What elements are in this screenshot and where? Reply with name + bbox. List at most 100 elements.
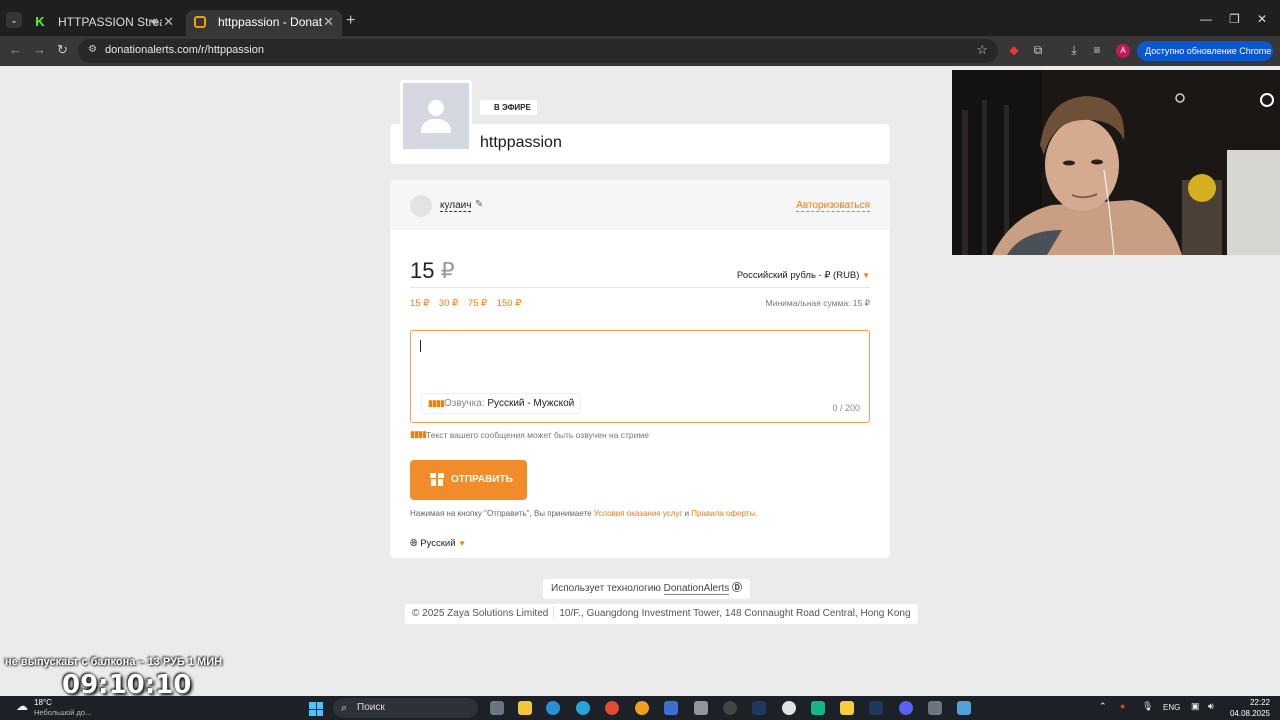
voice-label: Озвучка:: [444, 398, 485, 409]
new-tab-button[interactable]: +: [346, 12, 355, 30]
edit-pencil-icon[interactable]: ✎: [475, 199, 483, 210]
donor-name[interactable]: кулаич: [440, 200, 472, 212]
windows-start-icon[interactable]: [309, 702, 323, 716]
vpn-icon[interactable]: [811, 701, 825, 715]
powered-prefix: Использует технологию: [551, 583, 661, 594]
offer-rules-link[interactable]: Правила оферты.: [691, 509, 757, 518]
profile-avatar[interactable]: A: [1116, 44, 1130, 58]
amount-presets: 15 ₽ 30 ₽ 75 ₽ 150 ₽: [410, 298, 528, 309]
weather-description[interactable]: Небольшой до...: [34, 708, 91, 717]
tab-title: httppassion - DonationAlerts: [218, 15, 322, 29]
close-window-icon[interactable]: ✕: [1257, 12, 1267, 26]
voice-select[interactable]: ▮▮▮▮ Озвучка: Русский - Мужской: [421, 393, 582, 414]
search-label: Поиск: [357, 702, 385, 713]
maximize-icon[interactable]: ❐: [1229, 12, 1240, 26]
donationalerts-link[interactable]: DonationAlerts: [663, 583, 730, 595]
app-icon[interactable]: [694, 701, 708, 715]
close-tab-icon[interactable]: ✕: [323, 10, 334, 34]
address-bar[interactable]: ⚙︎ donationalerts.com/r/httppassion ☆: [78, 39, 998, 63]
calculator-icon[interactable]: [928, 701, 942, 715]
taskbar-clock[interactable]: 22:22 04.08.2025: [1230, 697, 1270, 719]
browser-toolbar: ← → ↻ ⚙︎ donationalerts.com/r/httppassio…: [0, 36, 1280, 66]
login-link[interactable]: Авторизоваться: [796, 200, 870, 212]
company-footer: © 2025 Zaya Solutions Limited 10/F., Guan…: [405, 604, 918, 624]
volume-icon[interactable]: 🔊︎: [1208, 701, 1214, 712]
donationalerts-favicon-icon: [194, 16, 206, 28]
discord-icon[interactable]: [899, 701, 913, 715]
preset-amount[interactable]: 75 ₽: [468, 298, 487, 309]
url-text[interactable]: donationalerts.com/r/httppassion: [105, 44, 264, 56]
webcam-overlay: [952, 70, 1280, 255]
preset-amount[interactable]: 30 ₽: [439, 298, 458, 309]
donation-form: кулаич ✎ Авторизоваться 15 ₽ Российский …: [390, 180, 890, 558]
language-select[interactable]: 🌐︎ Русский ▼: [410, 538, 466, 549]
tab-title: HTTPASSION Stream - Watch: [58, 15, 162, 29]
app-icon[interactable]: [635, 701, 649, 715]
app-icon[interactable]: [840, 701, 854, 715]
extension-icon[interactable]: ◆: [1007, 43, 1021, 57]
telegram-icon[interactable]: [576, 701, 590, 715]
clock-time: 22:22: [1249, 698, 1270, 707]
send-button[interactable]: ОТПРАВИТЬ: [410, 460, 527, 500]
amount-input[interactable]: 15 ₽: [410, 258, 455, 284]
edge-icon[interactable]: [546, 701, 560, 715]
webcam-image: [952, 70, 1280, 255]
terms-prefix: Нажимая на кнопку "Отправить", Вы приним…: [410, 509, 592, 518]
browser-tab-donationalerts[interactable]: httppassion - DonationAlerts ✕: [186, 10, 342, 36]
terms-of-service-link[interactable]: Условия оказания услуг: [594, 509, 683, 518]
donation-ticker: не выпускаьт с балкона – 13 РУБ 1 МИН: [5, 656, 223, 668]
site-info-icon[interactable]: ⚙︎: [88, 44, 97, 55]
chrome-update-button[interactable]: Доступно обновление Chrome ⋮: [1137, 41, 1273, 76]
terms-and: и: [684, 509, 690, 518]
send-label: ОТПРАВИТЬ: [451, 474, 513, 485]
media-control-icon[interactable]: ≡: [1090, 43, 1104, 57]
tab-search-button[interactable]: ⌄: [6, 12, 22, 28]
extensions-puzzle-icon[interactable]: ⧉: [1031, 43, 1045, 57]
tray-overflow-icon[interactable]: ⌃: [1099, 701, 1107, 712]
powered-by: Использует технологию DonationAlerts Ⓓ: [543, 579, 751, 599]
browser-tab-bar: ⌄ K HTTPASSION Stream - Watch 🔊︎ ✕ httpp…: [0, 0, 1280, 36]
chrome-icon[interactable]: [605, 701, 619, 715]
yandex-icon[interactable]: [782, 701, 796, 715]
minimum-sum: Минимальная сумма: 15 ₽: [765, 298, 870, 308]
steam-icon[interactable]: [869, 701, 883, 715]
preset-amount[interactable]: 150 ₽: [497, 298, 522, 309]
browser-tab-kick[interactable]: K HTTPASSION Stream - Watch 🔊︎ ✕: [26, 10, 182, 36]
reload-icon[interactable]: ↻: [57, 42, 68, 58]
voice-wave-icon: ▮▮▮▮: [428, 398, 445, 408]
back-icon[interactable]: ←: [9, 42, 22, 57]
weather-temperature[interactable]: 18°C: [34, 698, 52, 707]
download-icon[interactable]: ⤓: [1067, 43, 1081, 57]
task-view-icon[interactable]: [490, 701, 504, 715]
chart-app-icon[interactable]: [664, 701, 678, 715]
forward-icon[interactable]: →: [33, 42, 46, 57]
char-counter: 0 / 200: [832, 403, 860, 413]
bookmark-star-icon[interactable]: ☆: [976, 42, 988, 58]
currency-select[interactable]: Российский рубль - ₽ (RUB) ▼: [737, 270, 870, 281]
streamer-avatar: [400, 80, 472, 152]
network-icon[interactable]: ▣: [1191, 701, 1200, 712]
obs-icon[interactable]: [723, 701, 737, 715]
kick-favicon-icon: K: [34, 14, 46, 29]
steam-icon[interactable]: [752, 701, 766, 715]
taskbar-search[interactable]: ⌕ Поиск: [333, 698, 478, 718]
input-language[interactable]: ENG: [1163, 703, 1180, 712]
minimize-icon[interactable]: —: [1200, 12, 1212, 26]
tray-app-icon[interactable]: ●: [1120, 701, 1125, 711]
microphone-icon[interactable]: 🎙︎: [1142, 701, 1153, 712]
amount-value[interactable]: 15: [410, 258, 434, 283]
message-textarea[interactable]: ▮▮▮▮ Озвучка: Русский - Мужской 0 / 200: [410, 330, 870, 423]
donor-row: кулаич ✎ Авторизоваться: [390, 180, 890, 230]
clock-date: 04.08.2025: [1229, 709, 1270, 718]
company-address: 10/F., Guangdong Investment Tower, 148 C…: [559, 608, 911, 619]
donationalerts-logo-icon: Ⓓ: [732, 583, 743, 594]
notepad-icon[interactable]: [957, 701, 971, 715]
close-tab-icon[interactable]: ✕: [163, 10, 174, 34]
weather-icon[interactable]: ☁︎: [16, 699, 28, 713]
preset-amount[interactable]: 15 ₽: [410, 298, 429, 309]
voice-value: Русский - Мужской: [487, 398, 575, 409]
gift-icon: [430, 473, 444, 486]
speaker-icon[interactable]: 🔊︎: [151, 10, 158, 34]
voice-hint-text: Текст вашего сообщения может быть озвуче…: [426, 430, 649, 440]
file-explorer-icon[interactable]: [518, 701, 532, 715]
